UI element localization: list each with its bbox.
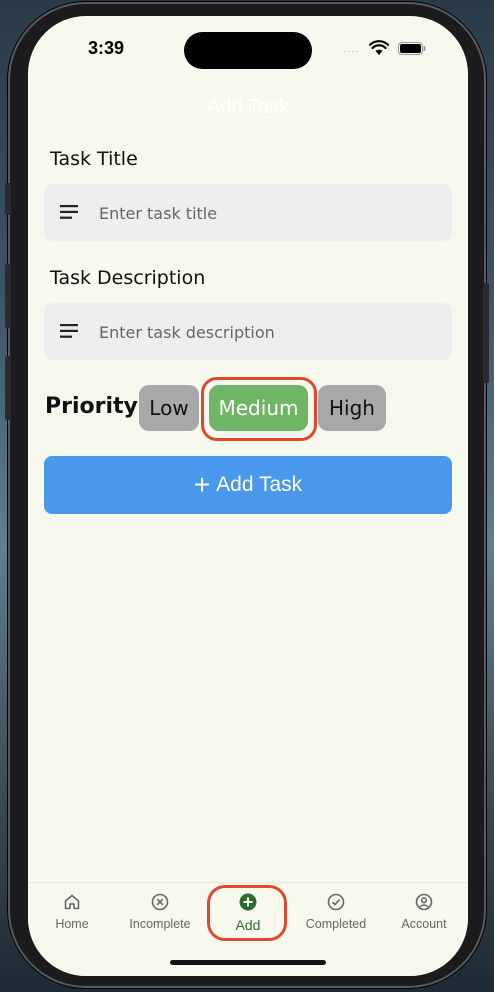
nav-label: Account <box>401 917 447 931</box>
task-description-input[interactable] <box>97 303 441 362</box>
x-circle-icon <box>151 893 169 911</box>
nav-item-incomplete[interactable]: Incomplete <box>116 893 204 931</box>
power-button <box>483 283 489 383</box>
dynamic-island <box>184 32 312 69</box>
nav-item-account[interactable]: Account <box>380 893 468 931</box>
volume-up-button <box>5 264 11 328</box>
check-circle-icon <box>327 893 345 911</box>
task-title-field[interactable] <box>44 184 452 243</box>
task-title-input[interactable] <box>97 184 441 243</box>
notes-icon <box>60 324 78 338</box>
nav-item-home[interactable]: Home <box>28 893 116 931</box>
status-time: 3:39 <box>88 38 125 58</box>
notes-icon <box>60 205 78 219</box>
battery-icon <box>398 42 426 55</box>
wifi-icon <box>369 40 389 55</box>
status-bar: 3:39 .... <box>28 16 468 76</box>
home-icon <box>64 894 80 910</box>
add-task-button-label: Add Task <box>216 473 303 496</box>
nav-label: Incomplete <box>129 917 191 931</box>
task-description-field[interactable] <box>44 303 452 362</box>
action-button <box>5 183 11 215</box>
account-icon <box>415 893 433 911</box>
volume-down-button <box>5 356 11 420</box>
nav-label: Completed <box>305 917 367 931</box>
task-title-label: Task Title <box>50 148 138 170</box>
task-description-label: Task Description <box>50 267 206 289</box>
selection-highlight <box>201 377 317 441</box>
priority-label: Priority <box>45 394 138 419</box>
priority-low-button[interactable]: Low <box>139 385 199 431</box>
signal-icon: .... <box>343 44 360 55</box>
plus-icon: + <box>193 469 211 500</box>
selection-highlight <box>207 885 287 941</box>
app-screen: 3:39 .... Add Task Task Title Task Descr… <box>28 16 468 976</box>
page-title: Add Task <box>207 96 289 118</box>
nav-item-completed[interactable]: Completed <box>292 893 380 931</box>
nav-label: Home <box>55 917 89 931</box>
add-task-button[interactable]: + Add Task <box>44 456 452 514</box>
priority-high-button[interactable]: High <box>318 385 386 431</box>
home-indicator <box>170 960 326 965</box>
